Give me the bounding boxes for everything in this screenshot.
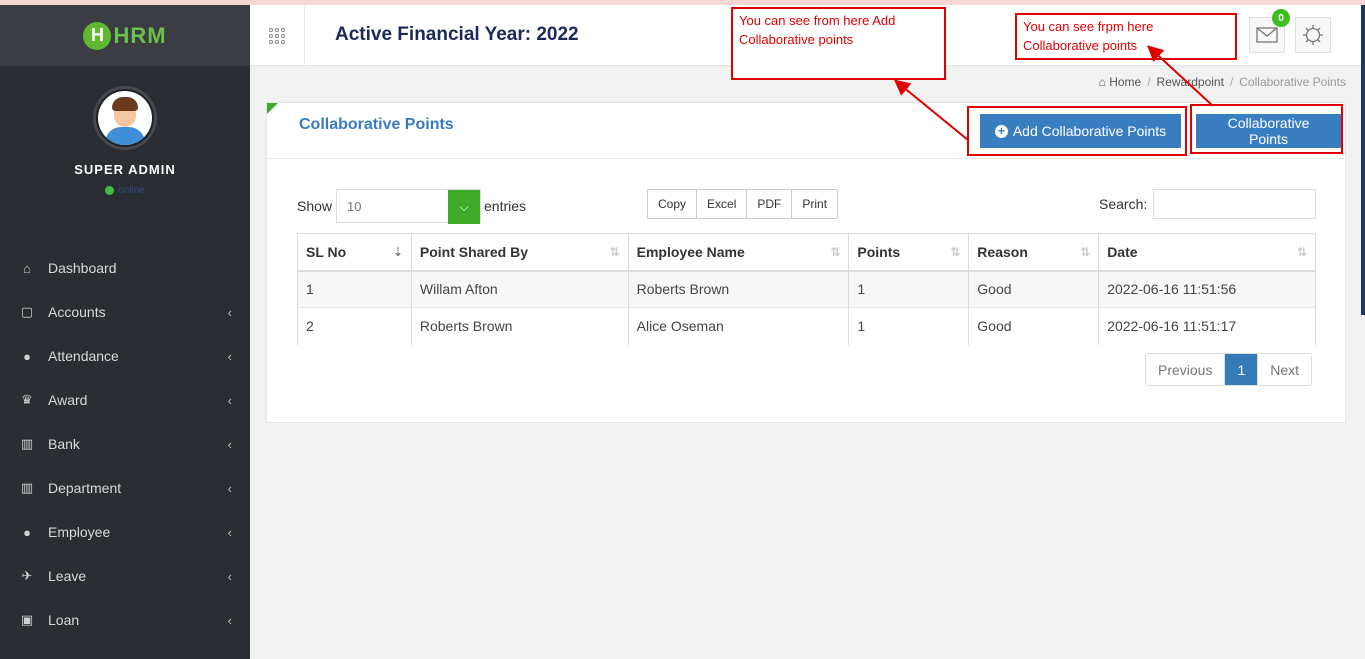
annotation-arrows [893,45,1214,141]
arrow-to-list-note [1147,45,1214,107]
arrow-to-add-note [893,79,969,141]
